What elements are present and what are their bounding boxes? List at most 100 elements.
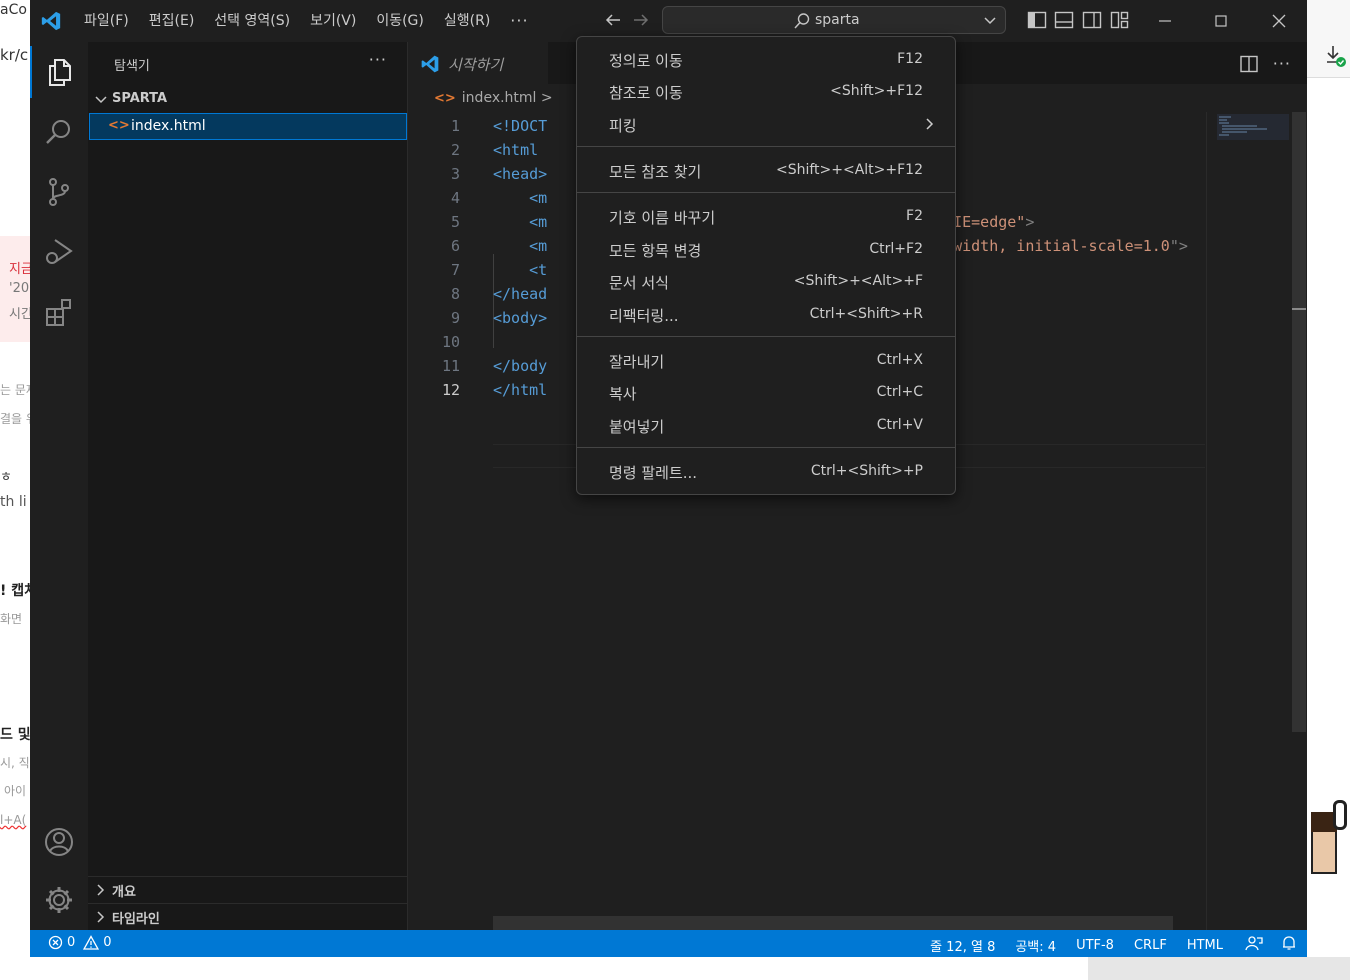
menu-edit[interactable]: 편집(E) [139, 8, 205, 34]
warning-count: 0 [103, 935, 112, 950]
back-arrow-icon[interactable] [603, 10, 623, 30]
customize-layout-icon[interactable] [1110, 11, 1130, 29]
menu-item-format-document[interactable]: 문서 서식 <Shift>+<Alt>+F [581, 267, 951, 297]
toggle-primary-sidebar-icon[interactable] [1027, 11, 1047, 29]
tab-welcome[interactable]: 시작하기 [408, 42, 548, 84]
menu-item-refactor[interactable]: 리팩터링... Ctrl+<Shift>+R [581, 300, 951, 330]
background-browser-right [1307, 0, 1350, 980]
command-center-text: sparta [815, 12, 860, 28]
bg-text: ㅎ [0, 470, 12, 485]
split-editor-icon[interactable] [1239, 55, 1259, 73]
indentation[interactable]: 공백: 4 [1015, 936, 1056, 955]
chevron-down-icon[interactable] [983, 13, 997, 27]
bg-text: 아이 [4, 784, 27, 798]
extensions-button[interactable] [30, 286, 88, 338]
timeline-section[interactable]: 타임라인 [88, 903, 408, 929]
bg-text: ! 캡처 [0, 583, 30, 599]
menu-view[interactable]: 보기(V) [300, 8, 366, 34]
account-icon [45, 828, 73, 856]
toggle-secondary-sidebar-icon[interactable] [1082, 11, 1102, 29]
forward-arrow-icon[interactable] [631, 10, 651, 30]
explorer-button[interactable] [30, 46, 88, 98]
encoding[interactable]: UTF-8 [1076, 938, 1114, 953]
status-bar: 0 0 줄 12, 열 8 공백: 4 UTF-8 CRLF HTML [30, 930, 1307, 957]
files-icon [49, 59, 71, 86]
maximize-icon[interactable] [1208, 8, 1234, 34]
bg-text: l+A( [0, 813, 27, 827]
language-mode[interactable]: HTML [1187, 938, 1223, 953]
chevron-right-icon [97, 884, 105, 896]
breadcrumb-file[interactable]: index.html [462, 90, 537, 106]
go-context-menu: 정의로 이동 F12 참조로 이동 <Shift>+F12 피킹 모든 참조 찾기 <… [576, 36, 956, 495]
menu-go[interactable]: 이동(G) [366, 8, 434, 34]
file-item-index-html[interactable]: <> index.html [89, 113, 407, 140]
html-file-icon: <> [434, 91, 456, 106]
cursor-position[interactable]: 줄 12, 열 8 [930, 936, 995, 955]
source-control-button[interactable] [30, 166, 88, 218]
menu-item-cut[interactable]: 잘라내기 Ctrl+X [581, 346, 951, 376]
pixel-character-image [1307, 796, 1350, 884]
menu-item-find-all-references[interactable]: 모든 참조 찾기 <Shift>+<Alt>+F12 [581, 156, 951, 186]
notifications-button[interactable] [1281, 935, 1297, 955]
vscode-window: 파일(F) 편집(E) 선택 영역(S) 보기(V) 이동(G) 실행(R) ·… [30, 0, 1307, 957]
folder-section-sparta[interactable]: SPARTA [88, 87, 408, 113]
sidebar-title: 탐색기 [114, 59, 150, 74]
menu-more-button[interactable]: ··· [500, 8, 538, 34]
menu-item-go-to-references[interactable]: 참조로 이동 <Shift>+F12 [581, 77, 951, 107]
editor-actions: ··· [1239, 54, 1291, 73]
bg-text: 결을 위 [0, 412, 30, 426]
accounts-button[interactable] [30, 816, 88, 868]
outline-label: 개요 [112, 885, 136, 900]
bg-text: kr/c [0, 46, 29, 64]
search-icon [46, 120, 70, 144]
run-debug-button[interactable] [30, 226, 88, 278]
menu-item-go-to-definition[interactable]: 정의로 이동 F12 [581, 45, 951, 75]
outline-section[interactable]: 개요 [88, 876, 408, 902]
bg-text: aCo [0, 2, 27, 18]
html-file-icon: <> [108, 118, 130, 133]
search-button[interactable] [30, 106, 88, 158]
line-ending[interactable]: CRLF [1134, 938, 1167, 953]
minimize-icon[interactable] [1152, 8, 1178, 34]
command-center-search[interactable]: sparta [662, 6, 1006, 34]
vscode-logo-icon [41, 11, 61, 31]
menu-selection[interactable]: 선택 영역(S) [204, 8, 300, 34]
bg-text: th li [0, 494, 27, 510]
explorer-sidebar: 탐색기 ··· SPARTA <> index.html 개요 타임라인 [88, 42, 408, 930]
bg-text: 지금 [9, 262, 30, 277]
close-icon[interactable] [1266, 8, 1292, 34]
bg-text: 시간 [9, 307, 30, 322]
download-icon[interactable] [1325, 44, 1347, 68]
problems-indicator[interactable]: 0 0 [48, 935, 112, 950]
menu-item-copy[interactable]: 복사 Ctrl+C [581, 378, 951, 408]
gear-icon [46, 887, 72, 913]
menu-item-change-all-occurrences[interactable]: 모든 항목 변경 Ctrl+F2 [581, 235, 951, 265]
editor-more-button[interactable]: ··· [1273, 54, 1291, 73]
minimap[interactable] [1206, 112, 1292, 930]
menu-item-paste[interactable]: 붙여넣기 Ctrl+V [581, 411, 951, 441]
menu-item-rename-symbol[interactable]: 기호 이름 바꾸기 F2 [581, 202, 951, 232]
folder-name: SPARTA [112, 91, 168, 106]
feedback-button[interactable] [1245, 935, 1263, 955]
manage-button[interactable] [30, 874, 88, 926]
chevron-right-icon [97, 911, 105, 923]
search-icon [794, 13, 810, 29]
error-icon [48, 935, 63, 950]
menu-item-command-palette[interactable]: 명령 팔레트... Ctrl+<Shift>+P [581, 457, 951, 487]
chevron-down-icon [95, 96, 107, 104]
bell-icon [1283, 936, 1295, 950]
extensions-icon [46, 299, 71, 326]
activity-bar [30, 42, 88, 930]
horizontal-scrollbar[interactable] [493, 916, 1173, 930]
minimap-preview [1217, 114, 1289, 140]
vscode-logo-icon [421, 55, 439, 73]
sidebar-more-button[interactable]: ··· [369, 50, 387, 69]
background-browser-page: aCo kr/c 지금 '20 시간 는 문제 결을 위 ㅎ th li ! 캡… [0, 0, 30, 980]
menu-file[interactable]: 파일(F) [74, 8, 139, 34]
toggle-panel-icon[interactable] [1054, 11, 1074, 29]
menu-run[interactable]: 실행(R) [434, 8, 500, 34]
vertical-scrollbar[interactable] [1292, 112, 1306, 930]
menu-item-peek[interactable]: 피킹 [581, 110, 951, 140]
menu-bar: 파일(F) 편집(E) 선택 영역(S) 보기(V) 이동(G) 실행(R) ·… [74, 0, 539, 42]
timeline-label: 타임라인 [112, 912, 160, 927]
